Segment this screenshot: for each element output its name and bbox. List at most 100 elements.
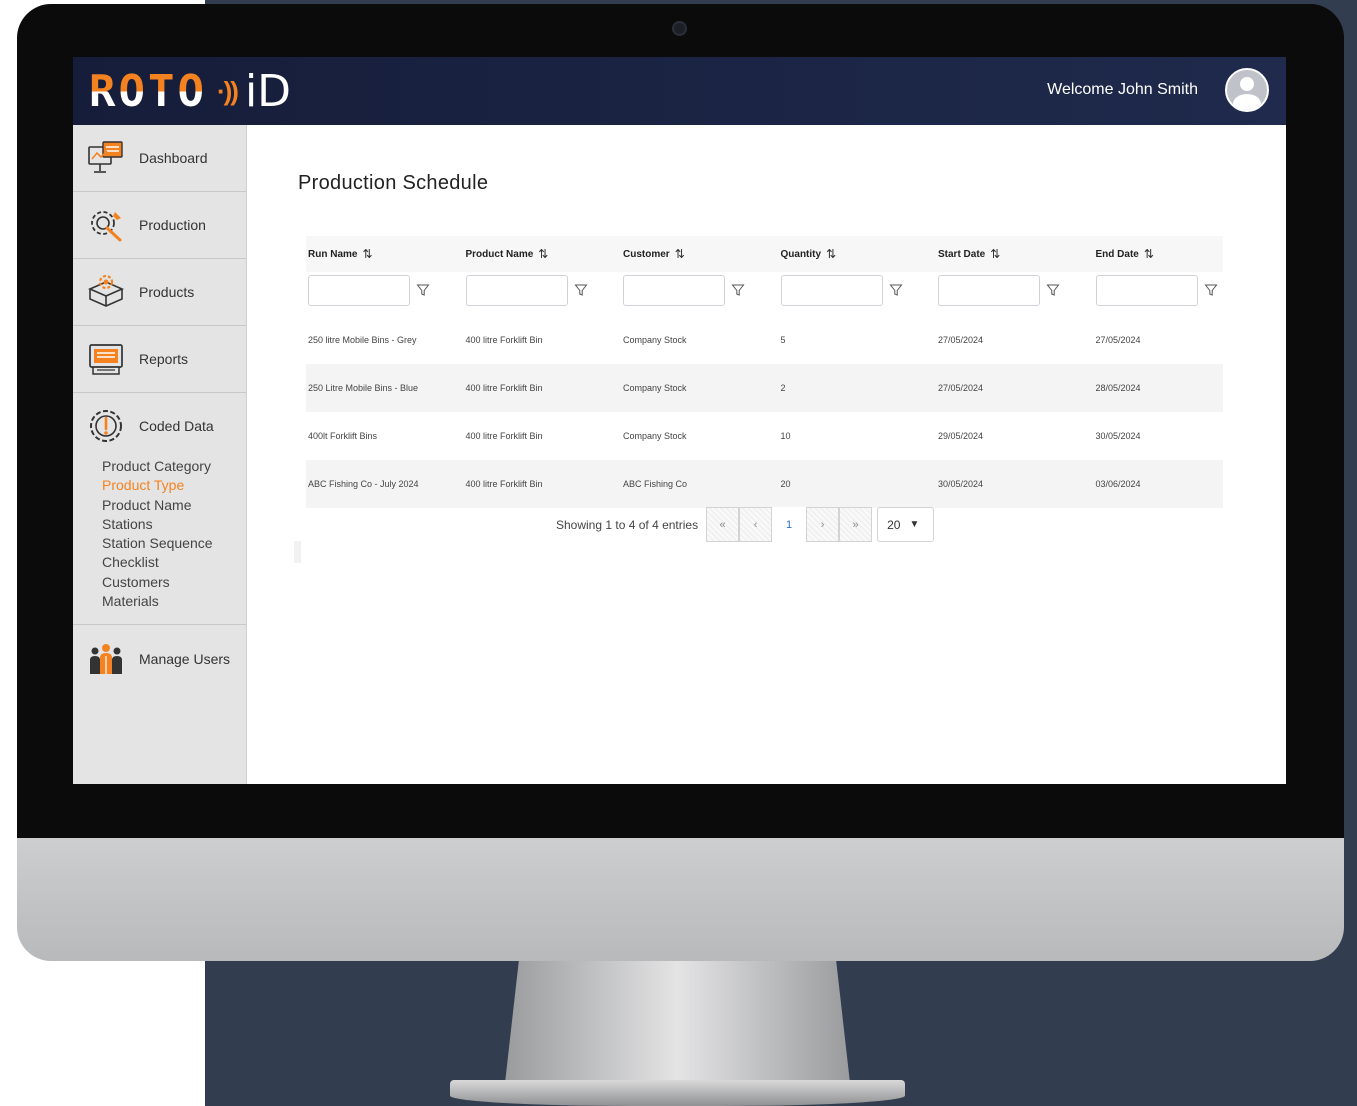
cell-start-date: 27/05/2024: [938, 335, 984, 345]
sidebar-item-label: Dashboard: [139, 150, 208, 166]
filter-input[interactable]: [465, 274, 568, 306]
column-header-customer[interactable]: Customer ⇅: [621, 247, 779, 261]
filter-input[interactable]: [308, 274, 410, 306]
filter-product-name: [464, 274, 622, 306]
cell-run-name: 250 Litre Mobile Bins - Blue: [308, 383, 419, 393]
sidebar-item-label: Manage Users: [139, 650, 231, 667]
column-header-start-date[interactable]: Start Date ⇅: [936, 247, 1094, 261]
sidebar-item-dashboard[interactable]: Dashboard: [73, 125, 246, 192]
column-header-run-name[interactable]: Run Name ⇅: [306, 247, 464, 261]
sort-icon[interactable]: ⇅: [538, 247, 548, 261]
cell-product-name: 400 litre Forklift Bin: [465, 335, 543, 345]
submenu-materials[interactable]: Materials: [102, 592, 213, 611]
cell-start-date: 30/05/2024: [938, 479, 984, 489]
filter-input[interactable]: [1095, 274, 1198, 306]
submenu-customers[interactable]: Customers: [102, 573, 213, 592]
cell-quantity: 2: [780, 383, 786, 393]
manage-users-icon: [90, 643, 122, 674]
filter-input[interactable]: [623, 274, 725, 306]
filter-icon[interactable]: [731, 283, 745, 297]
cell-quantity: 10: [780, 431, 791, 441]
column-header-label: Start Date: [938, 248, 986, 260]
filter-icon[interactable]: [888, 283, 903, 297]
sort-icon[interactable]: ⇅: [990, 247, 1000, 261]
filter-icon[interactable]: [1046, 283, 1060, 297]
pagination-summary: Showing 1 to 4 of 4 entries: [556, 517, 699, 532]
user-avatar-icon[interactable]: [1225, 68, 1269, 112]
production-schedule-table: Run Name ⇅ Product Name ⇅ Customer ⇅ Quanti…: [306, 236, 1223, 508]
sort-icon[interactable]: ⇅: [675, 247, 685, 261]
cell-customer: Company Stock: [623, 431, 687, 441]
last-page-button[interactable]: »: [839, 507, 873, 542]
table-row[interactable]: ABC Fishing Co - July 2024 400 litre For…: [306, 460, 1223, 508]
sidebar-item-products[interactable]: Products: [73, 259, 246, 326]
top-bar: ROTO ·)) iD Welcome John Smith: [73, 57, 1286, 125]
first-page-button[interactable]: «: [706, 507, 740, 542]
column-header-label: Run Name: [308, 248, 358, 260]
submenu-product-category[interactable]: Product Category: [102, 457, 213, 476]
chevron-down-icon: ▼: [909, 519, 920, 530]
submenu-product-type[interactable]: Product Type: [102, 476, 213, 495]
coded-data-icon: [90, 410, 122, 442]
welcome-text: Welcome John Smith: [1047, 81, 1198, 98]
logo-roto-text: ROTO: [89, 65, 207, 117]
camera-icon: [672, 21, 687, 36]
cell-run-name: ABC Fishing Co - July 2024: [308, 479, 419, 489]
filter-icon[interactable]: [1203, 283, 1218, 297]
column-header-quantity[interactable]: Quantity ⇅: [779, 247, 937, 261]
table-row[interactable]: 250 Litre Mobile Bins - Blue 400 litre F…: [306, 364, 1223, 412]
signal-waves-icon: ·)): [216, 75, 239, 106]
products-box-icon: [88, 274, 124, 307]
app-screen: ROTO ·)) iD Welcome John Smith Dashboard: [73, 57, 1286, 784]
filter-row: [306, 272, 1223, 308]
cell-end-date: 27/05/2024: [1095, 335, 1141, 345]
page-size-value: 20: [887, 517, 901, 532]
next-page-button[interactable]: ›: [806, 507, 840, 542]
sort-icon[interactable]: ⇅: [362, 247, 372, 261]
monitor-chin: [17, 838, 1344, 961]
sidebar-item-coded-data: Coded Data Product Category Product Type…: [73, 393, 246, 625]
cell-run-name: 400lt Forklift Bins: [308, 431, 378, 441]
roto-id-logo[interactable]: ROTO ·)) iD: [89, 65, 291, 117]
sidebar: Dashboard Production Products Reports Co…: [73, 125, 247, 784]
page-size-select[interactable]: 20 ▼: [877, 507, 935, 542]
cell-start-date: 27/05/2024: [938, 383, 984, 393]
sidebar-item-production[interactable]: Production: [73, 192, 246, 259]
cell-end-date: 30/05/2024: [1095, 431, 1141, 441]
sidebar-item-manage-users[interactable]: Manage Users: [73, 625, 246, 692]
scroll-marker: [294, 541, 301, 563]
cell-end-date: 28/05/2024: [1095, 383, 1141, 393]
prev-page-button[interactable]: ‹: [739, 507, 773, 542]
pagination: Showing 1 to 4 of 4 entries « ‹ 1 › » 20…: [556, 507, 935, 542]
table-row[interactable]: 400lt Forklift Bins 400 litre Forklift B…: [306, 412, 1223, 460]
submenu-stations[interactable]: Stations: [102, 515, 213, 534]
filter-customer: [621, 274, 779, 306]
filter-input[interactable]: [780, 274, 883, 306]
filter-input[interactable]: [938, 274, 1040, 306]
column-header-end-date[interactable]: End Date ⇅: [1094, 247, 1221, 261]
filter-icon[interactable]: [416, 283, 430, 297]
cell-product-name: 400 litre Forklift Bin: [465, 383, 543, 393]
filter-quantity: [779, 274, 937, 306]
cell-run-name: 250 litre Mobile Bins - Grey: [308, 335, 417, 345]
cell-quantity: 5: [780, 335, 786, 345]
sidebar-item-reports[interactable]: Reports: [73, 326, 246, 393]
cell-quantity: 20: [780, 479, 791, 489]
monitor-stand: [505, 961, 850, 1083]
avatar-head: [1240, 77, 1254, 91]
submenu-station-sequence[interactable]: Station Sequence: [102, 534, 213, 553]
submenu-product-name[interactable]: Product Name: [102, 496, 213, 515]
sidebar-item-label: Production: [139, 217, 206, 233]
page-1-button[interactable]: 1: [772, 507, 807, 542]
submenu-checklist[interactable]: Checklist: [102, 553, 213, 572]
table-header-row: Run Name ⇅ Product Name ⇅ Customer ⇅ Quanti…: [306, 236, 1223, 272]
sort-icon[interactable]: ⇅: [1144, 247, 1154, 261]
cell-customer: Company Stock: [623, 383, 687, 393]
table-row[interactable]: 250 litre Mobile Bins - Grey 400 litre F…: [306, 316, 1223, 364]
sort-icon[interactable]: ⇅: [826, 247, 836, 261]
production-gear-icon: [91, 211, 122, 242]
column-header-product-name[interactable]: Product Name ⇅: [464, 247, 622, 261]
cell-product-name: 400 litre Forklift Bin: [465, 479, 543, 489]
filter-icon[interactable]: [573, 283, 588, 297]
coded-data-header[interactable]: Coded Data: [73, 393, 246, 459]
